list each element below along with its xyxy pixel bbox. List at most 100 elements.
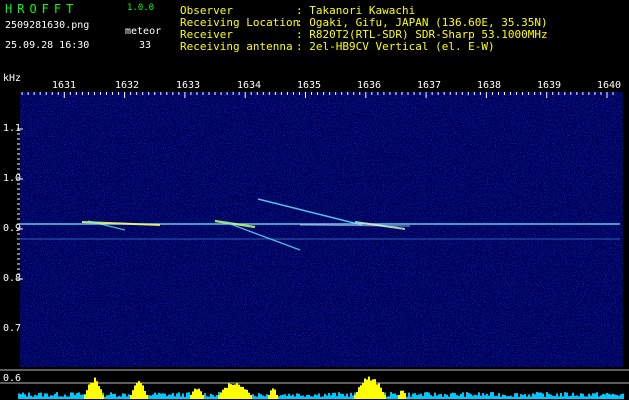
level-peak-bar: [238, 384, 240, 399]
level-bar: [208, 396, 210, 399]
level-bar: [40, 392, 42, 399]
level-bar: [618, 395, 620, 399]
level-bar: [506, 396, 508, 399]
level-bar: [548, 393, 550, 399]
x-tick-label-1633: 1633: [175, 80, 201, 91]
level-bar: [458, 395, 460, 399]
level-peak-bar: [382, 391, 384, 399]
level-bar: [294, 396, 296, 399]
y-tick-label-1-1: 1.1: [3, 123, 22, 134]
level-bar: [64, 394, 66, 399]
level-bar: [180, 396, 182, 399]
level-bar: [284, 394, 286, 399]
level-bar: [550, 394, 552, 399]
level-bar: [252, 394, 254, 399]
level-peak-bar: [220, 392, 222, 399]
level-bar: [286, 396, 288, 399]
level-bar: [176, 393, 178, 399]
level-bar: [336, 396, 338, 399]
level-peak-bar: [360, 385, 362, 399]
level-bar: [444, 394, 446, 399]
level-bar: [406, 396, 408, 399]
level-peak-bar: [244, 389, 246, 399]
level-bar: [570, 395, 572, 399]
level-peak-bar: [222, 389, 224, 399]
level-peak-bar: [90, 382, 92, 399]
level-bar: [316, 395, 318, 399]
level-peak-bar: [376, 384, 378, 399]
level-bar: [216, 395, 218, 399]
level-bar: [288, 393, 290, 399]
level-bar: [422, 396, 424, 399]
level-bar: [440, 394, 442, 399]
level-bar: [214, 396, 216, 399]
level-bar: [332, 392, 334, 399]
level-bar: [528, 394, 530, 399]
level-bar: [568, 396, 570, 399]
level-bar: [106, 395, 108, 399]
level-bar: [516, 393, 518, 399]
level-bar: [530, 396, 532, 399]
y-tick-label-0-7: 0.7: [3, 323, 22, 334]
level-bar: [308, 394, 310, 399]
level-bar: [184, 396, 186, 399]
level-peak-bar: [144, 391, 146, 399]
level-bar: [254, 396, 256, 399]
level-bar: [290, 395, 292, 399]
level-bar: [20, 394, 22, 399]
level-peak-bar: [384, 395, 386, 399]
level-bar: [542, 393, 544, 399]
level-bar: [540, 392, 542, 399]
level-bar: [62, 396, 64, 399]
level-bar: [434, 392, 436, 399]
level-peak-bar: [218, 395, 220, 399]
level-peak-bar: [366, 379, 368, 399]
level-bar: [418, 394, 420, 399]
level-bar: [564, 392, 566, 399]
level-bar: [620, 394, 622, 399]
level-peak-bar: [230, 384, 232, 399]
level-bar: [520, 394, 522, 399]
y-tick-label-1-0: 1.0: [3, 173, 22, 184]
level-bar: [346, 393, 348, 399]
level-bar: [472, 395, 474, 399]
level-bar: [258, 393, 260, 399]
level-bar: [532, 393, 534, 399]
level-bar: [582, 393, 584, 399]
level-peak-bar: [132, 390, 134, 399]
level-bar: [38, 393, 40, 399]
level-bar: [108, 395, 110, 399]
level-peak-bar: [96, 381, 98, 399]
level-bar: [468, 392, 470, 399]
level-bar: [182, 393, 184, 399]
level-bar: [52, 395, 54, 399]
level-bar: [524, 394, 526, 399]
level-bar: [72, 392, 74, 399]
level-bar: [70, 392, 72, 399]
level-bar: [614, 394, 616, 399]
level-bar: [282, 394, 284, 399]
level-bar: [328, 392, 330, 399]
level-bar: [118, 395, 120, 399]
level-bar: [460, 393, 462, 399]
level-bar: [584, 396, 586, 399]
level-bar: [116, 396, 118, 399]
level-bar: [498, 393, 500, 399]
level-bar: [488, 395, 490, 399]
signal-level-meter: [18, 376, 624, 399]
level-bar: [610, 394, 612, 399]
level-peak-bar: [102, 395, 104, 399]
level-peak-bar: [94, 377, 96, 399]
level-bar: [80, 394, 82, 399]
level-bar: [174, 396, 176, 399]
level-bar: [56, 392, 58, 399]
level-bar: [54, 393, 56, 399]
level-bar: [430, 395, 432, 399]
level-bar: [396, 395, 398, 399]
level-bar: [420, 393, 422, 399]
level-bar: [324, 393, 326, 399]
level-bar: [260, 394, 262, 399]
level-bar: [162, 393, 164, 399]
level-bar: [576, 395, 578, 399]
level-bar: [536, 392, 538, 399]
